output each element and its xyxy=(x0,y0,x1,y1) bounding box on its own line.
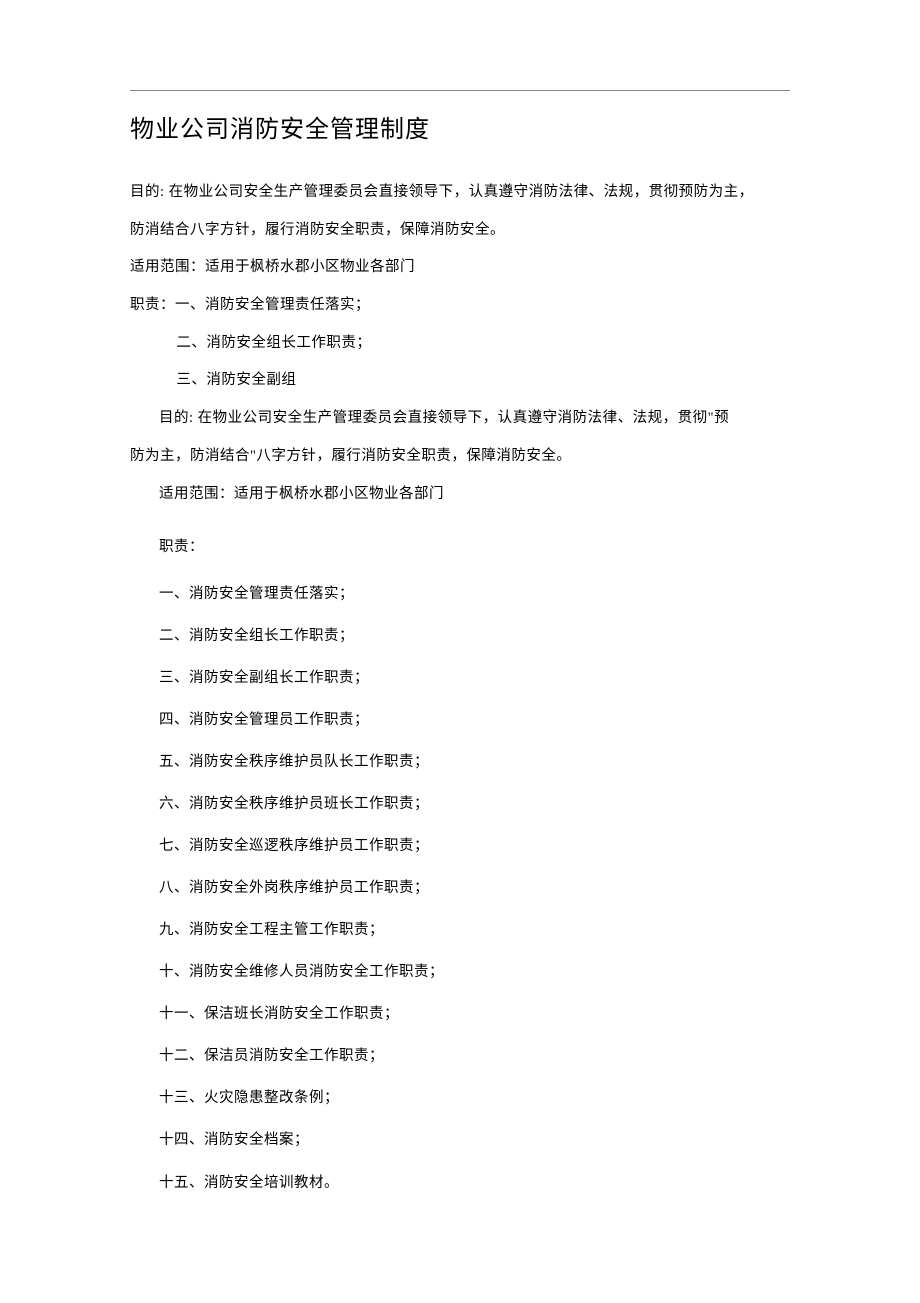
duty-item-2: 二、消防安全组长工作职责； xyxy=(130,615,790,657)
duty-item-3: 三、消防安全副组长工作职责； xyxy=(130,657,790,699)
spacer xyxy=(130,513,790,529)
body-purpose-line1: 目的: 在物业公司安全生产管理委员会直接领导下，认真遵守消防法律、法规，贯彻"预 xyxy=(130,400,790,438)
duty-item-9: 九、消防安全工程主管工作职责； xyxy=(130,909,790,951)
intro-duty-1: 职责：一、消防安全管理责任落实； xyxy=(130,287,790,325)
duty-item-11: 十一、保洁班长消防安全工作职责； xyxy=(130,993,790,1035)
duty-item-13: 十三、火灾隐患整改条例； xyxy=(130,1077,790,1119)
duty-item-15: 十五、消防安全培训教材。 xyxy=(130,1162,790,1204)
intro-duty-2: 二、消防安全组长工作职责； xyxy=(130,325,790,363)
duty-item-7: 七、消防安全巡逻秩序维护员工作职责； xyxy=(130,825,790,867)
duty-item-4: 四、消防安全管理员工作职责； xyxy=(130,699,790,741)
intro-purpose-line1: 目的: 在物业公司安全生产管理委员会直接领导下，认真遵守消防法律、法规，贯彻预防… xyxy=(130,174,790,212)
duty-item-1: 一、消防安全管理责任落实； xyxy=(130,573,790,615)
duty-item-6: 六、消防安全秩序维护员班长工作职责； xyxy=(130,783,790,825)
duty-item-10: 十、消防安全维修人员消防安全工作职责； xyxy=(130,951,790,993)
duty-item-12: 十二、保洁员消防安全工作职责； xyxy=(130,1035,790,1077)
top-rule xyxy=(130,90,790,91)
duty-item-8: 八、消防安全外岗秩序维护员工作职责； xyxy=(130,867,790,909)
intro-duty-3: 三、消防安全副组 xyxy=(130,362,790,400)
document-page: 物业公司消防安全管理制度 目的: 在物业公司安全生产管理委员会直接领导下，认真遵… xyxy=(0,0,920,1264)
body-duty-label: 职责： xyxy=(130,529,790,567)
duty-item-5: 五、消防安全秩序维护员队长工作职责； xyxy=(130,741,790,783)
body-scope: 适用范围：适用于枫桥水郡小区物业各部门 xyxy=(130,476,790,514)
document-title: 物业公司消防安全管理制度 xyxy=(130,109,790,144)
body-purpose-line2: 防为主，防消结合"八字方针，履行消防安全职责，保障消防安全。 xyxy=(130,438,790,476)
duty-item-14: 十四、消防安全档案； xyxy=(130,1119,790,1161)
intro-purpose-line2: 防消结合八字方针，履行消防安全职责，保障消防安全。 xyxy=(130,212,790,250)
intro-scope: 适用范围：适用于枫桥水郡小区物业各部门 xyxy=(130,249,790,287)
